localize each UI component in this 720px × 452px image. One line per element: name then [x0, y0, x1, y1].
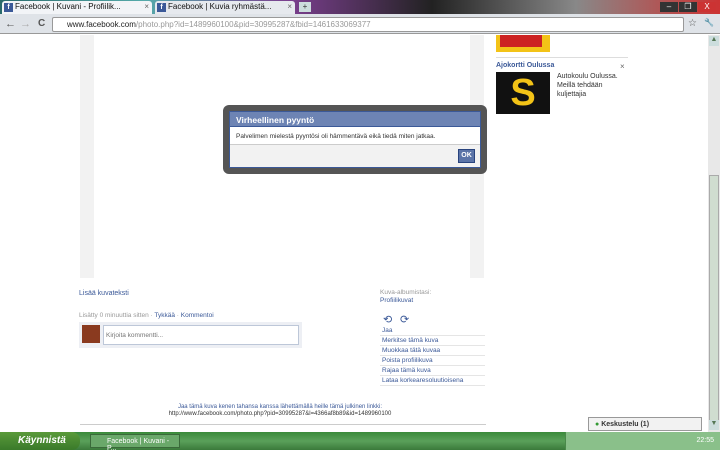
rotate-right-icon[interactable]: ⟳: [400, 313, 409, 326]
title-bar: f Facebook | Kuvani - Profiilik... × f F…: [0, 0, 720, 14]
close-tab-icon[interactable]: ×: [144, 1, 149, 13]
browser-toolbar: ← → C www.facebook.com/photo.php?id=1489…: [0, 14, 720, 34]
clock: 22:55: [696, 437, 714, 444]
address-bar[interactable]: www.facebook.com/photo.php?id=1489960100…: [52, 17, 684, 32]
tab-label: Facebook | Kuvani - Profiilik...: [15, 2, 121, 11]
tab-label: Facebook | Kuvia ryhmästä...: [168, 2, 272, 11]
ad-title[interactable]: Ajokortti Oulussa: [496, 62, 554, 69]
rotate-left-icon[interactable]: ⟲: [383, 313, 392, 326]
album-label: Kuva-albumistasi:: [380, 289, 432, 296]
scroll-down-icon[interactable]: ▼: [709, 420, 719, 430]
action-crop[interactable]: Rajaa tämä kuva: [380, 366, 485, 376]
ok-button[interactable]: OK: [458, 149, 475, 163]
divider: [80, 424, 486, 425]
ad-logo[interactable]: S: [496, 72, 550, 114]
chat-label: Keskustelu (1): [601, 421, 650, 428]
action-edit[interactable]: Muokkaa tätä kuvaa: [380, 346, 485, 356]
start-button[interactable]: Käynnistä: [0, 432, 80, 450]
close-tab-icon[interactable]: ×: [287, 1, 292, 13]
taskbar: Käynnistä Facebook | Kuvani - P... 22:55: [0, 432, 720, 452]
action-share[interactable]: Jaa: [380, 326, 485, 336]
minimize-button[interactable]: –: [660, 2, 678, 12]
action-remove-profile[interactable]: Poista profiilikuva: [380, 356, 485, 366]
system-tray: 22:55: [565, 432, 720, 450]
error-dialog: Virheellinen pyyntö Palvelimen mielestä …: [223, 105, 487, 174]
ad-image-car[interactable]: [496, 35, 550, 52]
added-time: Lisätty 0 minuuttia sitten: [79, 312, 149, 319]
taskbar-item-chrome[interactable]: Facebook | Kuvani - P...: [90, 434, 180, 452]
dialog-title: Virheellinen pyyntö: [230, 112, 480, 127]
scroll-up-icon[interactable]: ▲: [709, 36, 719, 46]
reload-button[interactable]: C: [38, 18, 45, 29]
close-ad-icon[interactable]: ×: [620, 62, 625, 71]
wrench-icon[interactable]: 🔧: [704, 18, 714, 27]
dialog-message: Palvelimen mielestä pyyntösi oli hämment…: [236, 133, 436, 140]
share-link[interactable]: http://www.facebook.com/photo.php?pid=30…: [140, 411, 420, 418]
scrollbar[interactable]: ▲ ▼: [708, 35, 720, 432]
tab-kuvani[interactable]: f Facebook | Kuvani - Profiilik... ×: [2, 1, 152, 14]
like-link[interactable]: Tykkää: [154, 312, 175, 319]
url-path: /photo.php?id=1489960100&pid=30995287&fb…: [135, 20, 371, 29]
back-button[interactable]: ←: [5, 18, 16, 30]
action-tag[interactable]: Merkitse tämä kuva: [380, 336, 485, 346]
new-tab-button[interactable]: +: [299, 2, 311, 12]
share-text: Jaa tämä kuva kenen tahansa kanssa lähet…: [177, 404, 383, 410]
bookmark-star-icon[interactable]: ☆: [688, 18, 697, 29]
maximize-button[interactable]: ❐: [679, 2, 697, 12]
facebook-icon: f: [4, 3, 13, 12]
comment-input[interactable]: [103, 325, 299, 345]
chat-bar[interactable]: ● Keskustelu (1): [588, 417, 702, 431]
album-link[interactable]: Profiilikuvat: [380, 297, 413, 304]
action-download[interactable]: Lataa korkearesoluutioisena: [380, 376, 485, 386]
ad-text: Autokoulu Oulussa. Meillä tehdään kuljet…: [557, 73, 618, 98]
avatar: [82, 325, 100, 343]
photo-actions: Jaa Merkitse tämä kuva Muokkaa tätä kuva…: [380, 326, 485, 386]
share-section: Jaa tämä kuva kenen tahansa kanssa lähet…: [140, 404, 420, 418]
close-window-button[interactable]: X: [698, 2, 716, 12]
tab-kuvia[interactable]: f Facebook | Kuvia ryhmästä... ×: [155, 1, 295, 14]
forward-button[interactable]: →: [20, 18, 31, 30]
comment-box: [79, 322, 302, 348]
add-caption-link[interactable]: Lisää kuvateksti: [79, 290, 129, 297]
scrollbar-thumb[interactable]: [709, 175, 719, 425]
facebook-icon: f: [157, 3, 166, 12]
url-domain: www.facebook.com: [67, 20, 136, 29]
comment-link[interactable]: Kommentoi: [181, 312, 214, 319]
divider: [496, 57, 628, 58]
